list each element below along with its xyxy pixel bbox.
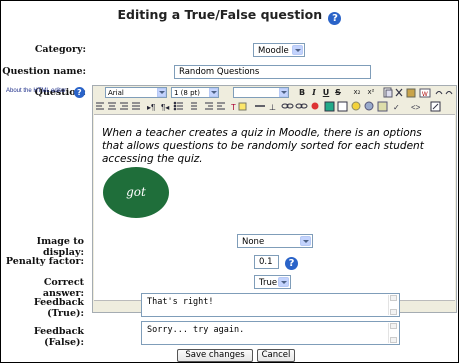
question-edit-window: Editing a True/False question ? Category… (0, 0, 459, 363)
size-select-value: 1 (8 pt) (174, 89, 201, 97)
about-html-editor-link[interactable]: About the HTML editor ? (6, 87, 85, 98)
image-label: Image to display: (36, 236, 84, 258)
scroll-up-icon[interactable] (390, 323, 397, 329)
editor-toolbar-row-1: Arial 1 (8 pt) B I U S x₂ x² W (93, 86, 456, 99)
penalty-input[interactable]: 0.1 (254, 255, 279, 269)
chevron-down-icon (209, 88, 218, 97)
strikethrough-button[interactable]: S (333, 87, 343, 98)
svg-text:T: T (231, 103, 236, 112)
svg-text:¶◂: ¶◂ (161, 103, 169, 112)
scrollbar[interactable] (388, 323, 398, 343)
category-select-value: Moodle (258, 46, 289, 56)
scroll-up-icon[interactable] (390, 295, 397, 301)
style-select[interactable] (233, 87, 289, 98)
question-name-label: Question name: (2, 66, 86, 77)
bold-button[interactable]: B (297, 87, 307, 98)
penalty-label: Penalty factor: (5, 256, 84, 267)
subscript-button[interactable]: x₂ (351, 87, 363, 98)
correct-answer-select[interactable]: True (254, 275, 291, 289)
got-moodle-logo: got moodle? (103, 167, 169, 250)
cancel-button[interactable]: Cancel (257, 349, 295, 362)
correct-answer-label: Correct answer: (42, 277, 84, 299)
correct-answer-value: True (259, 278, 278, 288)
font-select-value: Arial (108, 89, 124, 97)
svg-text:⊥: ⊥ (269, 103, 276, 112)
feedback-true-text: That's right! (147, 297, 214, 307)
chevron-down-icon (278, 277, 289, 287)
scrollbar[interactable] (388, 295, 398, 315)
editor-toolbar-row-2: ▸¶ ¶◂ T ⊥ ✓ <> (96, 101, 441, 112)
chevron-down-icon (157, 88, 166, 97)
category-label: Category: (34, 44, 86, 55)
chevron-down-icon (292, 45, 303, 55)
feedback-true-label: Feedback (True): (33, 297, 84, 319)
question-text: When a teacher creates a quiz in Moodle,… (102, 127, 424, 165)
image-select-value: None (242, 237, 265, 247)
about-html-editor-text: About the HTML editor (6, 88, 67, 94)
superscript-button[interactable]: x² (365, 87, 377, 98)
svg-text:<>: <> (411, 103, 421, 112)
chevron-down-icon (279, 88, 288, 97)
page-title-text: Editing a True/False question (117, 7, 323, 22)
help-icon[interactable]: ? (73, 87, 85, 98)
feedback-false-label: Feedback (False): (33, 326, 84, 348)
clipboard-tools: W (383, 87, 453, 98)
feedback-false-text: Sorry... try again. (147, 325, 245, 335)
image-select[interactable]: None (237, 234, 313, 248)
feedback-true-textarea[interactable]: That's right! (141, 293, 400, 317)
svg-text:▸¶: ▸¶ (147, 103, 155, 112)
feedback-false-textarea[interactable]: Sorry... try again. (141, 321, 400, 345)
category-select[interactable]: Moodle (253, 43, 305, 57)
italic-button[interactable]: I (309, 87, 319, 98)
size-select[interactable]: 1 (8 pt) (171, 87, 219, 98)
underline-button[interactable]: U (321, 87, 331, 98)
help-icon[interactable]: ? (285, 257, 298, 270)
question-name-input[interactable]: Random Questions (174, 65, 371, 79)
page-title: Editing a True/False question ? (1, 7, 458, 25)
scroll-down-icon[interactable] (390, 309, 397, 315)
font-select[interactable]: Arial (105, 87, 167, 98)
svg-text:W: W (422, 92, 428, 98)
scroll-down-icon[interactable] (390, 337, 397, 343)
save-changes-button[interactable]: Save changes (177, 349, 253, 362)
editor-content-area[interactable]: When a teacher creates a quiz in Moodle,… (94, 114, 455, 301)
help-icon[interactable]: ? (328, 12, 342, 25)
svg-text:✓: ✓ (393, 103, 400, 112)
chevron-down-icon (300, 236, 311, 246)
